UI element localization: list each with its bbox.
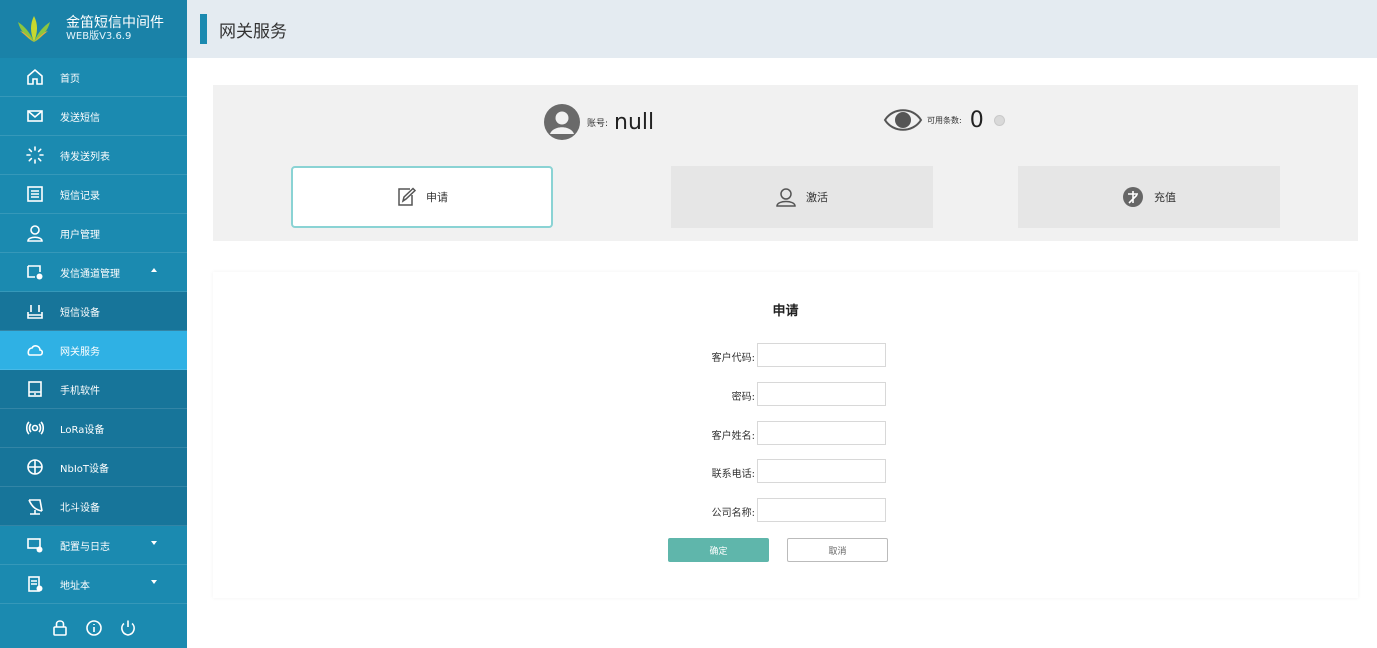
sidebar-item-send-sms[interactable]: 发送短信 [0,97,187,136]
power-icon[interactable] [117,617,139,639]
sidebar-item-address-book[interactable]: 地址本 [0,565,187,604]
phone-label: 联系电话: [711,469,755,480]
brand-title: 金笛短信中间件 [66,15,164,31]
available-label: 可用条数: [927,115,962,125]
sidebar-item-label: 网关服务 [60,346,100,358]
customer-code-input[interactable] [757,343,886,367]
brand: 金笛短信中间件 WEB版V3.6.9 [0,0,187,58]
sidebar-item-label: 短信记录 [60,190,100,202]
sidebar-item-label: 短信设备 [60,307,100,319]
address-book-icon [26,575,44,593]
tab-activate-label: 激活 [806,191,828,204]
tab-recharge-label: 充值 [1154,191,1176,204]
sidebar-item-channel-management[interactable]: 发信通道管理 [0,253,187,292]
user-icon [26,224,44,242]
config-icon [26,536,44,554]
account-info-panel: 账号: null 可用条数: 0 申请 激活 充值 [213,85,1358,241]
satellite-icon [26,497,44,515]
recharge-icon [1123,187,1143,207]
channel-settings-icon [26,263,44,281]
sidebar-item-sms-device[interactable]: 短信设备 [0,292,187,331]
customer-name-label: 客户姓名: [711,431,755,442]
sidebar-item-label: 待发送列表 [60,151,110,163]
home-icon [26,68,44,86]
user-icon [776,188,796,207]
sidebar-item-phone-software[interactable]: 手机软件 [0,370,187,409]
sidebar-item-label: 配置与日志 [60,541,110,553]
edit-icon [398,187,416,206]
sidebar-item-home[interactable]: 首页 [0,58,187,97]
tab-activate[interactable]: 激活 [671,166,933,228]
sidebar-item-label: 地址本 [60,580,90,592]
tab-recharge[interactable]: 充值 [1018,166,1280,228]
form-title: 申请 [772,304,799,319]
form-row-password: 密码: [213,382,1358,406]
wireless-icon [26,419,44,437]
sidebar-item-lora-device[interactable]: LoRa设备 [0,409,187,448]
tab-apply-label: 申请 [426,191,448,204]
sidebar-item-label: 发送短信 [60,112,100,124]
page-title: 网关服务 [219,21,287,42]
password-input[interactable] [757,382,886,406]
account-value: null [614,109,655,135]
sidebar: 金笛短信中间件 WEB版V3.6.9 首页 发送短信 待发送列表 短信记录 用户… [0,0,187,648]
sidebar-item-label: 手机软件 [60,385,100,397]
form-row-customer-code: 客户代码: [213,343,1358,367]
info-icon[interactable] [83,617,105,639]
sidebar-item-sms-records[interactable]: 短信记录 [0,175,187,214]
page-header: 网关服务 [187,0,1377,58]
cancel-button[interactable]: 取消 [787,538,888,562]
logo-icon [18,16,50,42]
confirm-button[interactable]: 确定 [668,538,769,562]
caret-up-icon [151,268,157,272]
router-icon [26,302,44,320]
available-count: 可用条数: 0 [883,105,1005,135]
account-label: 账号: [587,118,609,129]
mail-icon [26,107,44,125]
records-icon [26,185,44,203]
sidebar-item-label: 用户管理 [60,229,100,241]
avatar-icon [544,104,580,140]
sidebar-item-label: LoRa设备 [60,424,105,436]
phone-icon [26,380,44,398]
caret-down-icon [151,580,157,584]
sidebar-item-label: 首页 [60,73,80,85]
eye-icon [883,109,923,131]
globe-icon [26,458,44,476]
company-label: 公司名称: [711,508,755,519]
brand-version: WEB版V3.6.9 [66,31,132,42]
available-value: 0 [969,107,984,133]
caret-down-icon [151,541,157,545]
form-row-customer-name: 客户姓名: [213,421,1358,445]
account-info: 账号: null [543,103,654,141]
sidebar-item-label: NbIoT设备 [60,463,110,475]
sidebar-item-label: 北斗设备 [60,502,100,514]
form-row-company: 公司名称: [213,498,1358,522]
lock-icon[interactable] [49,617,71,639]
loading-icon [26,146,44,164]
company-input[interactable] [757,498,886,522]
password-label: 密码: [731,392,755,403]
sidebar-footer [0,608,187,648]
refresh-icon[interactable] [993,114,1005,126]
tab-apply[interactable]: 申请 [291,166,553,228]
phone-input[interactable] [757,459,886,483]
customer-code-label: 客户代码: [711,353,755,364]
sidebar-item-user-management[interactable]: 用户管理 [0,214,187,253]
sidebar-item-config-logs[interactable]: 配置与日志 [0,526,187,565]
header-accent-bar [200,14,207,44]
sidebar-item-gateway-service[interactable]: 网关服务 [0,331,187,370]
sidebar-item-label: 发信通道管理 [60,268,120,280]
sidebar-item-pending-list[interactable]: 待发送列表 [0,136,187,175]
cloud-icon [26,341,44,359]
sidebar-item-nbiot-device[interactable]: NbIoT设备 [0,448,187,487]
form-row-phone: 联系电话: [213,459,1358,483]
apply-form-panel: 申请 客户代码: 密码: 客户姓名: 联系电话: 公司名称: 确定 取消 [213,272,1358,598]
sidebar-item-beidou-device[interactable]: 北斗设备 [0,487,187,526]
customer-name-input[interactable] [757,421,886,445]
